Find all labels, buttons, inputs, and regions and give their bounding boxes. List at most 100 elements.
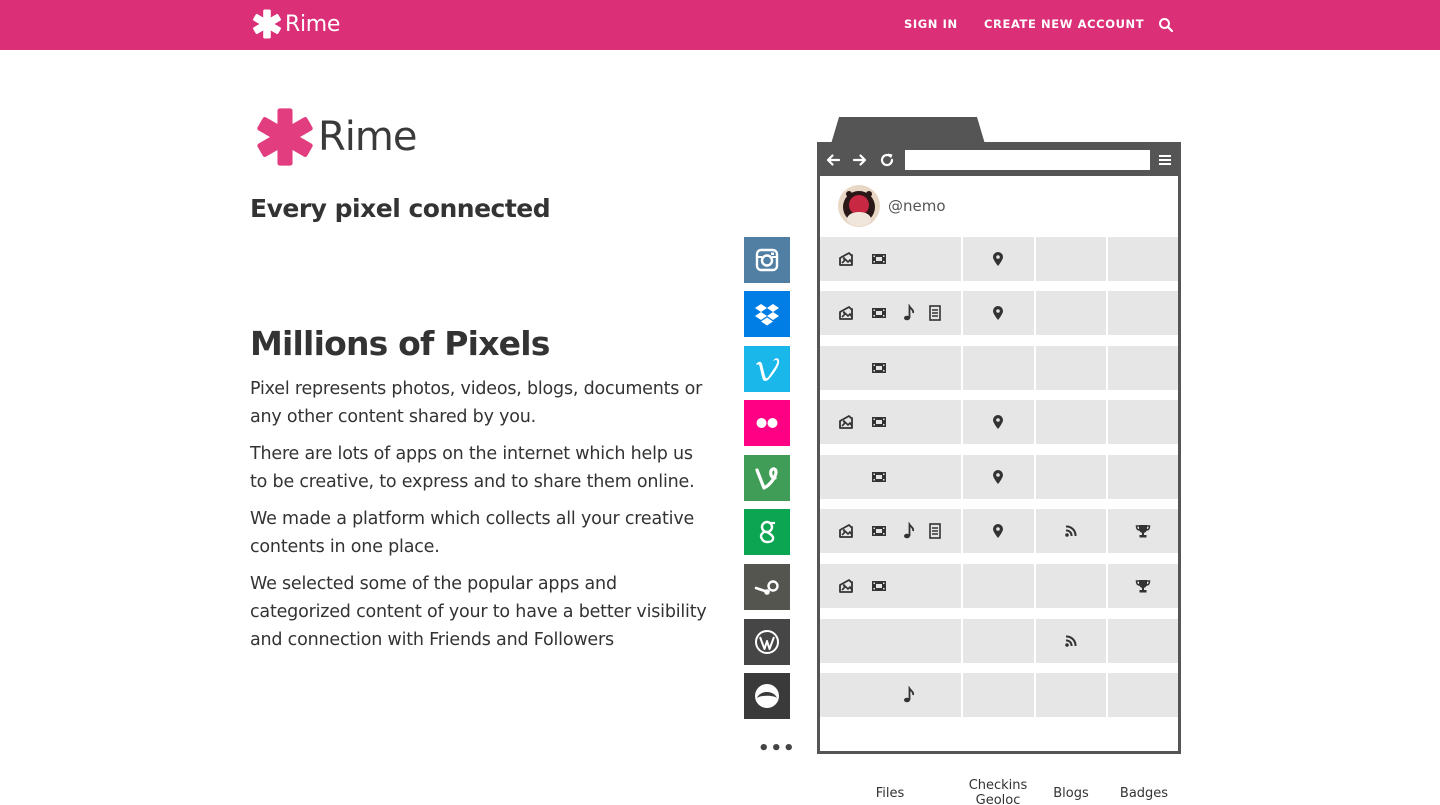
files-cell bbox=[820, 346, 962, 390]
checkins-cell bbox=[963, 564, 1034, 608]
column-label-badges: Badges bbox=[1119, 786, 1169, 801]
blogs-cell bbox=[1035, 400, 1107, 444]
description-paragraph: Pixel represents photos, videos, blogs, … bbox=[250, 379, 703, 427]
badges-cell bbox=[1108, 291, 1178, 335]
wordpress-app-tile bbox=[744, 619, 790, 665]
photo-icon bbox=[839, 579, 853, 593]
files-cell bbox=[820, 455, 962, 499]
profile-header: @nemo bbox=[838, 185, 946, 227]
files-cell bbox=[820, 509, 962, 553]
content-row-dropbox bbox=[820, 291, 1178, 335]
hamburger-menu-icon bbox=[1159, 155, 1171, 165]
badges-cell bbox=[1108, 509, 1178, 553]
blogs-cell bbox=[1035, 346, 1107, 390]
map-pin-icon bbox=[993, 252, 1004, 266]
blogs-cell bbox=[1035, 673, 1107, 717]
music-note-icon bbox=[904, 304, 915, 321]
badges-cell bbox=[1108, 564, 1178, 608]
blogs-cell bbox=[1035, 455, 1107, 499]
flickr-icon bbox=[756, 418, 778, 428]
arrow-left-icon bbox=[826, 154, 841, 166]
map-pin-icon bbox=[993, 415, 1004, 429]
vine-app-tile bbox=[744, 455, 790, 501]
film-icon bbox=[872, 417, 886, 427]
grooveshark-icon bbox=[755, 684, 779, 708]
photo-icon bbox=[839, 524, 853, 538]
content-row-instagram bbox=[820, 237, 1178, 281]
tagline: Every pixel connected bbox=[250, 194, 551, 223]
badges-cell bbox=[1108, 400, 1178, 444]
address-bar[interactable] bbox=[905, 150, 1150, 170]
badges-cell bbox=[1108, 346, 1178, 390]
blogs-cell bbox=[1035, 619, 1107, 663]
blogs-cell bbox=[1035, 237, 1107, 281]
brand-link[interactable]: Rime bbox=[252, 9, 340, 39]
create-account-link[interactable]: CREATE NEW ACCOUNT bbox=[984, 17, 1144, 31]
description-paragraph: We selected some of the popular apps and… bbox=[250, 574, 707, 650]
wordpress-icon bbox=[755, 630, 779, 654]
badges-cell bbox=[1108, 619, 1178, 663]
checkins-cell bbox=[963, 673, 1034, 717]
files-cell bbox=[820, 619, 962, 663]
film-icon bbox=[872, 472, 886, 482]
blogs-cell bbox=[1035, 509, 1107, 553]
photo-icon bbox=[839, 306, 853, 320]
photo-icon bbox=[839, 252, 853, 266]
checkins-cell bbox=[963, 400, 1034, 444]
content-row-flickr bbox=[820, 400, 1178, 444]
map-pin-icon bbox=[993, 306, 1004, 320]
checkins-cell bbox=[963, 455, 1034, 499]
film-icon bbox=[872, 254, 886, 264]
brand-name: Rime bbox=[285, 11, 341, 37]
music-note-icon bbox=[904, 522, 915, 539]
avatar bbox=[838, 185, 880, 227]
sign-in-link[interactable]: SIGN IN bbox=[904, 17, 958, 31]
files-cell bbox=[820, 564, 962, 608]
username: @nemo bbox=[888, 197, 946, 215]
document-icon bbox=[929, 305, 941, 321]
vimeo-app-tile bbox=[744, 346, 790, 392]
content-row-steam bbox=[820, 564, 1178, 608]
search-icon[interactable] bbox=[1158, 17, 1174, 33]
vimeo-icon bbox=[756, 358, 780, 381]
browser-tab-shape bbox=[831, 117, 985, 144]
badges-cell bbox=[1108, 673, 1178, 717]
asterisk-logo-icon bbox=[253, 9, 281, 39]
film-icon bbox=[872, 308, 886, 318]
files-cell bbox=[820, 673, 962, 717]
column-label-blogs: Blogs bbox=[1053, 786, 1089, 801]
map-pin-icon bbox=[993, 524, 1004, 538]
checkins-cell bbox=[963, 291, 1034, 335]
steam-icon bbox=[754, 580, 779, 595]
arrow-right-icon bbox=[852, 154, 867, 166]
top-navbar: Rime SIGN IN CREATE NEW ACCOUNT bbox=[0, 0, 1440, 50]
film-icon bbox=[872, 363, 886, 373]
files-cell bbox=[820, 291, 962, 335]
instagram-icon bbox=[755, 248, 779, 272]
description-paragraph: We made a platform which collects all yo… bbox=[250, 509, 695, 557]
asterisk-logo-icon bbox=[257, 108, 313, 166]
content-row-google-plus bbox=[820, 509, 1178, 553]
checkins-cell bbox=[963, 619, 1034, 663]
dropbox-app-tile bbox=[744, 291, 790, 337]
trophy-icon bbox=[1136, 580, 1151, 593]
map-pin-icon bbox=[993, 470, 1004, 484]
column-label-checkins: Checkins Geoloc bbox=[968, 778, 1028, 805]
rss-icon bbox=[1064, 635, 1077, 647]
content-row-vine bbox=[820, 455, 1178, 499]
section-title: Millions of Pixels bbox=[250, 324, 550, 363]
content-row-wordpress bbox=[820, 619, 1178, 663]
music-note-icon bbox=[904, 686, 915, 703]
column-label-files: Files bbox=[875, 786, 905, 801]
description: Pixel represents photos, videos, blogs, … bbox=[250, 375, 710, 663]
more-apps-indicator: ••• bbox=[758, 738, 796, 759]
film-icon bbox=[872, 526, 886, 536]
google-plus-app-tile bbox=[744, 509, 790, 555]
document-icon bbox=[929, 523, 941, 539]
dropbox-icon bbox=[755, 304, 779, 326]
google-g-icon bbox=[759, 520, 775, 544]
files-cell bbox=[820, 237, 962, 281]
content-row-grooveshark bbox=[820, 673, 1178, 717]
rss-icon bbox=[1064, 525, 1077, 537]
film-icon bbox=[872, 581, 886, 591]
